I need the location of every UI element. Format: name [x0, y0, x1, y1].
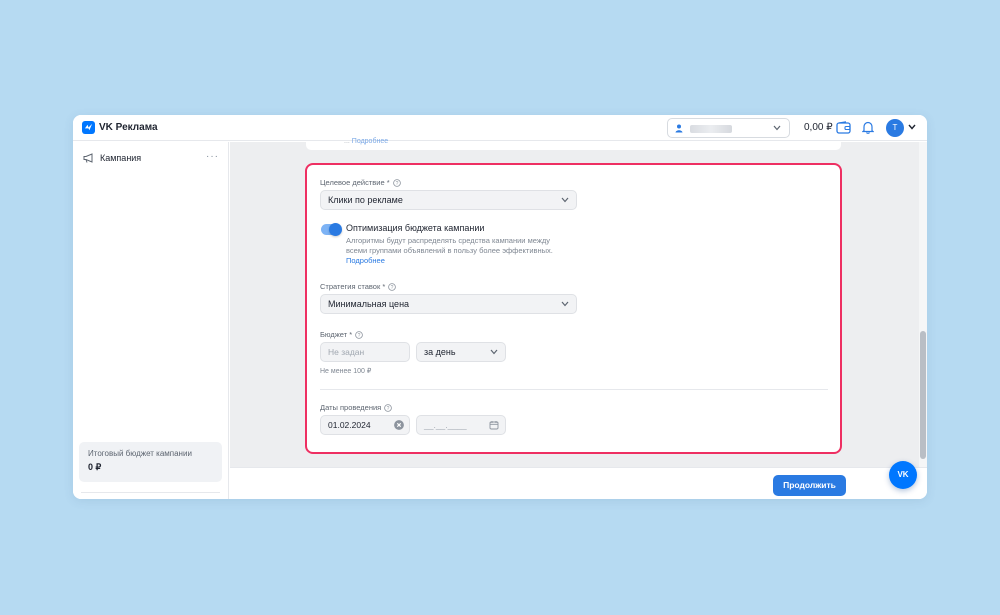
chevron-down-icon	[490, 349, 498, 355]
help-icon[interactable]: ?	[355, 330, 363, 339]
app-window: VK Реклама 0,00 ₽ Т Кампания ··· Итоговы…	[73, 115, 927, 499]
start-date-input[interactable]: 01.02.2024	[320, 415, 410, 435]
avatar[interactable]: Т	[886, 119, 904, 137]
svg-text:?: ?	[358, 333, 361, 339]
budget-label: Бюджет * ?	[320, 330, 363, 339]
dates-label: Даты проведения ?	[320, 403, 393, 412]
total-budget-value: 0 ₽	[88, 462, 102, 472]
vk-chat-button[interactable]: VK	[889, 461, 917, 489]
total-budget-card: Итоговый бюджет кампании 0 ₽	[79, 442, 222, 482]
chevron-down-icon	[561, 301, 569, 307]
bell-icon[interactable]	[862, 121, 874, 134]
budget-period-select[interactable]: за день	[416, 342, 506, 362]
top-header: VK Реклама 0,00 ₽ Т	[73, 115, 927, 141]
help-icon[interactable]: ?	[384, 403, 393, 412]
target-action-label: Целевое действие * ?	[320, 178, 401, 187]
target-action-select[interactable]: Клики по рекламе	[320, 190, 577, 210]
budget-optimization-description: Алгоритмы будут распределять средства ка…	[346, 236, 553, 265]
sidebar-divider	[81, 492, 220, 493]
bid-strategy-label: Стратегия ставок * ?	[320, 282, 397, 291]
svg-text:?: ?	[387, 406, 390, 412]
account-name-blurred	[690, 125, 732, 133]
clear-icon[interactable]	[394, 420, 404, 430]
balance-amount[interactable]: 0,00 ₽	[804, 122, 833, 133]
account-selector[interactable]	[667, 118, 790, 138]
previous-hint: ... Подробнее	[344, 138, 389, 145]
campaign-settings-card: Целевое действие * ? Клики по рекламе Оп…	[306, 163, 841, 454]
chevron-down-icon	[561, 197, 569, 203]
avatar-chevron-down-icon[interactable]	[908, 124, 916, 130]
svg-text:?: ?	[391, 285, 394, 291]
bid-strategy-select[interactable]: Минимальная цена	[320, 294, 577, 314]
sidebar: Кампания ··· Итоговый бюджет кампании 0 …	[73, 142, 229, 499]
app-title: VK Реклама	[99, 122, 158, 133]
wallet-icon[interactable]	[836, 121, 851, 134]
previous-section-card: ... Подробнее	[306, 138, 841, 150]
total-budget-label: Итоговый бюджет кампании	[88, 449, 192, 458]
end-date-input[interactable]: __.__.____	[416, 415, 506, 435]
budget-optimization-title: Оптимизация бюджета кампании	[346, 223, 485, 233]
learn-more-link[interactable]: Подробнее	[346, 256, 385, 265]
logo[interactable]: VK Реклама	[82, 121, 158, 134]
section-divider	[320, 389, 828, 390]
main-content: ... Подробнее Целевое действие * ? Клики…	[230, 138, 927, 467]
svg-text:?: ?	[395, 181, 398, 187]
calendar-icon[interactable]	[489, 420, 499, 430]
vk-ads-logo-icon	[82, 121, 95, 134]
budget-hint: Не менее 100 ₽	[320, 368, 372, 375]
continue-button[interactable]: Продолжить	[773, 475, 846, 496]
scrollbar[interactable]	[919, 142, 927, 467]
sidebar-item-label: Кампания	[100, 153, 142, 163]
chevron-down-icon	[773, 125, 781, 131]
help-icon[interactable]: ?	[392, 178, 401, 187]
user-icon	[675, 124, 683, 133]
megaphone-icon	[83, 153, 93, 163]
budget-amount-input[interactable]: Не задан	[320, 342, 410, 362]
sidebar-item-campaign[interactable]: Кампания ···	[83, 151, 219, 165]
help-icon[interactable]: ?	[388, 282, 397, 291]
scrollbar-thumb[interactable]	[920, 331, 926, 459]
more-options-icon[interactable]: ···	[206, 151, 219, 162]
budget-optimization-toggle[interactable]	[321, 223, 342, 236]
footer-bar: Продолжить	[230, 467, 927, 499]
